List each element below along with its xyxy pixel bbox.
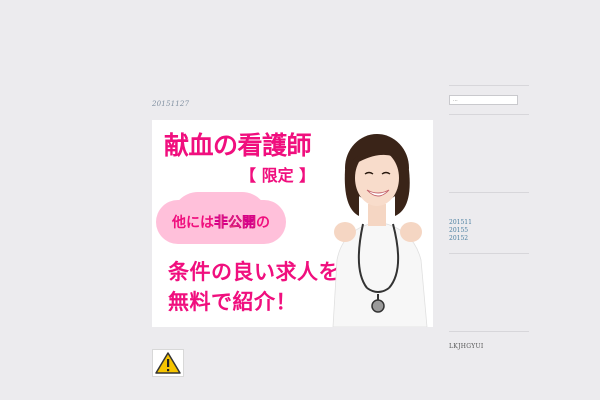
archive-list: 201511 20155 20152	[449, 219, 472, 243]
sidebar: 201511 20155 20152 LKJHGYUI	[449, 0, 529, 400]
banner-line-1: 条件の良い求人を	[168, 260, 340, 284]
banner-limited-label: 【 限定 】	[240, 166, 316, 185]
sidebar-divider	[449, 331, 529, 332]
sidebar-divider	[449, 192, 529, 193]
archive-link[interactable]: 201511	[449, 219, 472, 227]
sidebar-divider	[449, 253, 529, 254]
archive-link[interactable]: 20152	[449, 235, 472, 243]
banner-image[interactable]: 献血の看護師 【 限定 】 他には非公開の 条件の良い求人を 無料で紹介！	[152, 120, 433, 327]
sidebar-divider	[449, 114, 529, 115]
post-date: 20151127	[152, 100, 190, 108]
warning-icon	[152, 349, 184, 377]
banner-title: 献血の看護師	[164, 131, 312, 160]
archive-link[interactable]: 20155	[449, 227, 472, 235]
search-input[interactable]	[449, 95, 518, 105]
sidebar-divider	[449, 85, 529, 86]
banner-line-2: 無料で紹介！	[168, 290, 297, 314]
nurse-illustration	[332, 134, 428, 327]
banner-private-text: 他には非公開の	[172, 215, 270, 231]
sidebar-widget-title: LKJHGYUI	[449, 343, 484, 350]
